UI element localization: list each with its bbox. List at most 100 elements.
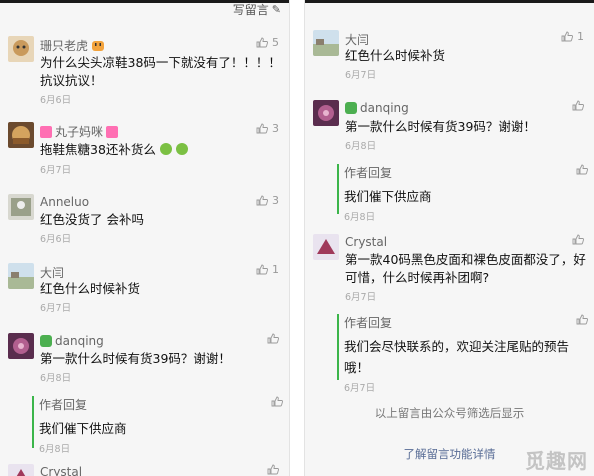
comment-author: Anneluo [40, 195, 90, 209]
top-bar [305, 0, 594, 3]
avatar [8, 263, 34, 289]
reply-label: 作者回复 [344, 316, 393, 330]
avatar [313, 100, 339, 126]
pen-icon: ✎ [271, 3, 281, 16]
comment-text: 第一款什么时候有货39码？谢谢！ [40, 351, 231, 366]
like-count: 1 [272, 263, 279, 276]
thumb-up-icon [576, 314, 588, 325]
comment-item: 珊只老虎 5 为什么尖头凉鞋38码一下就没有了！！！！ 抗议抗议！ 6月6日 [8, 36, 283, 106]
comment-text: 红色没货了 会补吗 [40, 212, 144, 227]
comment-date: 6月8日 [345, 141, 377, 152]
comment-item: Crystal 第一款40码黑色皮面和裸色皮面都没了，好 可惜，什么时候再补团啊… [313, 234, 588, 304]
avatar [313, 30, 339, 56]
thumb-up-icon [267, 333, 279, 344]
author-reply: 作者回复 我们催下供应商 6月8日 [32, 396, 283, 455]
clover-emoji-icon [40, 335, 52, 347]
comment-item: 丸子妈咪 3 拖鞋焦糖38还补货么 6月7日 [8, 122, 283, 176]
comment-item: danqing 第一款什么时候有货39码？谢谢！ 6月8日 [313, 100, 588, 152]
thumb-up-icon [256, 264, 268, 275]
comment-date: 6月8日 [40, 373, 72, 384]
write-comment-label: 写留言 [232, 3, 269, 17]
comment-text: 红色什么时候补货 [40, 281, 141, 296]
frog-emoji-icon [159, 143, 172, 155]
thumb-up-icon [576, 164, 588, 175]
author-reply: 作者回复 我们会尽快联系的，欢迎关注尾贴的预告 哦！ 6月7日 [337, 314, 588, 394]
avatar [8, 36, 34, 62]
like-count: 1 [577, 30, 584, 43]
comment-date: 6月6日 [40, 234, 72, 245]
reply-text: 哦！ [344, 360, 370, 375]
reply-label: 作者回复 [344, 166, 393, 180]
comment-date: 6月6日 [40, 95, 72, 106]
thumb-up-icon [256, 37, 268, 48]
left-comments-panel: 写留言 ✎ 珊只老虎 5 为什么尖头凉鞋38码一下就没有了！！！！ 抗议抗议！ … [0, 0, 290, 476]
comment-author: Crystal [345, 235, 388, 249]
thumb-up-icon [572, 100, 584, 111]
comment-text: 抗议抗议！ [40, 73, 103, 88]
like-button[interactable]: 5 [256, 36, 279, 49]
reply-text: 我们催下供应商 [344, 189, 432, 204]
comment-item: 大闫 1 红色什么时候补货 6月7日 [313, 30, 588, 81]
comment-text: 可惜，什么时候再补团啊? [345, 270, 490, 285]
like-button[interactable] [576, 314, 588, 325]
like-count: 3 [272, 122, 279, 135]
thumb-up-icon [572, 234, 584, 245]
comment-author: Crystal [40, 465, 83, 476]
like-button[interactable] [267, 333, 279, 344]
write-comment-link[interactable]: 写留言 ✎ [233, 1, 281, 18]
thumb-up-icon [271, 396, 283, 407]
comment-item: Crystal [8, 464, 283, 476]
comment-text: 拖鞋焦糖38还补货么 [40, 140, 188, 159]
comment-date: 6月7日 [345, 70, 377, 81]
reply-date: 6月8日 [344, 212, 376, 223]
like-button[interactable]: 1 [561, 30, 584, 43]
comment-text: 第一款什么时候有货39码？谢谢！ [345, 119, 536, 134]
watermark-logo: 觅趣网 [525, 449, 588, 473]
like-button[interactable] [271, 396, 283, 407]
thumb-up-icon [256, 195, 268, 206]
thumb-up-icon [267, 464, 279, 475]
like-button[interactable]: 3 [256, 122, 279, 135]
tiger-emoji-icon [92, 40, 105, 51]
heart-emoji-icon [40, 125, 52, 138]
comment-date: 6月7日 [345, 292, 377, 303]
like-button[interactable]: 1 [256, 263, 279, 276]
right-comments-panel: 大闫 1 红色什么时候补货 6月7日 danqing 第一款什么时候有货39码？… [304, 0, 594, 476]
comment-author: 丸子妈咪 [40, 123, 119, 140]
avatar [8, 464, 34, 476]
author-reply: 作者回复 我们催下供应商 6月8日 [337, 164, 588, 223]
comment-item: 大闫 1 红色什么时候补货 6月7日 [8, 263, 283, 315]
heart-emoji-icon [106, 125, 119, 138]
comment-author: 珊只老虎 [40, 37, 105, 54]
avatar [8, 333, 34, 359]
like-button[interactable] [572, 234, 584, 245]
comment-item: danqing 第一款什么时候有货39码？谢谢！ 6月8日 [8, 333, 283, 385]
comment-author: danqing [345, 101, 409, 115]
avatar [8, 122, 34, 148]
footer-note: 以上留言由公众号筛选后显示 [374, 406, 525, 420]
reply-label: 作者回复 [39, 398, 88, 412]
comment-text: 为什么尖头凉鞋38码一下就没有了！！！！ [40, 55, 281, 70]
reply-date: 6月8日 [39, 444, 71, 455]
like-button[interactable] [576, 164, 588, 175]
like-count: 5 [272, 36, 279, 49]
thumb-up-icon [256, 123, 268, 134]
like-count: 3 [272, 194, 279, 207]
reply-text: 我们会尽快联系的，欢迎关注尾贴的预告 [344, 339, 570, 354]
comment-text: 第一款40码黑色皮面和裸色皮面都没了，好 [345, 252, 586, 267]
clover-emoji-icon [345, 102, 357, 114]
reply-text: 我们催下供应商 [39, 421, 127, 436]
comment-item: Anneluo 3 红色没货了 会补吗 6月6日 [8, 194, 283, 246]
avatar [8, 194, 34, 220]
like-button[interactable] [267, 464, 279, 475]
comment-author: danqing [40, 334, 104, 348]
like-button[interactable] [572, 100, 584, 111]
frog-emoji-icon [175, 143, 188, 155]
comment-date: 6月7日 [40, 303, 72, 314]
comment-text: 红色什么时候补货 [345, 48, 446, 63]
like-button[interactable]: 3 [256, 194, 279, 207]
reply-date: 6月7日 [344, 383, 376, 394]
avatar [313, 234, 339, 260]
thumb-up-icon [561, 31, 573, 42]
comment-date: 6月7日 [40, 165, 72, 176]
